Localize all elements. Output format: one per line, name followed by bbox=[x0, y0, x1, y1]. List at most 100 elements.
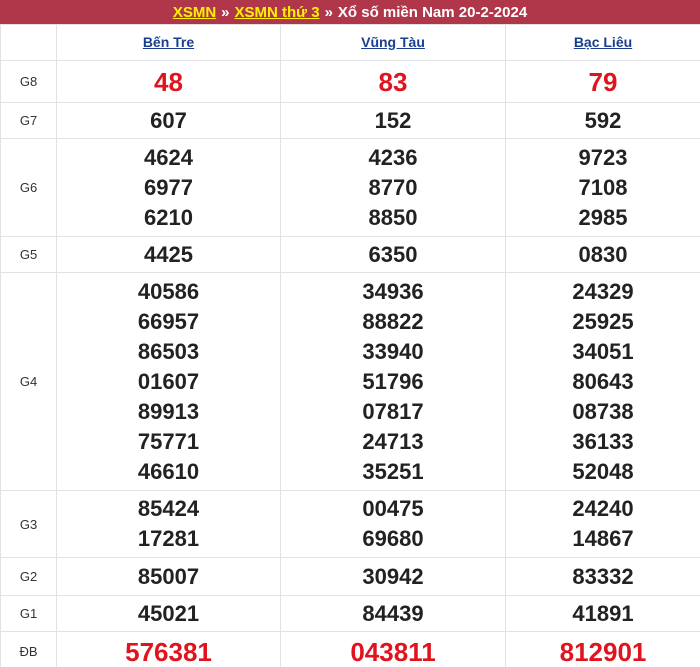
prize-label: G4 bbox=[0, 272, 57, 491]
prize-number: 48 bbox=[154, 66, 183, 97]
prize-number: 24329 bbox=[572, 278, 634, 304]
prize-cell: 592 bbox=[505, 102, 700, 139]
prize-label: G5 bbox=[0, 236, 57, 273]
prize-number: 52048 bbox=[572, 458, 634, 484]
prize-cell: 34936 88822 33940 51796 07817 24713 3525… bbox=[280, 272, 506, 491]
prize-cell: 812901 bbox=[505, 631, 700, 667]
prize-cell: 84439 bbox=[280, 595, 506, 632]
prize-number: 36133 bbox=[572, 428, 634, 454]
prize-number: 01607 bbox=[137, 368, 200, 394]
prize-label: G1 bbox=[0, 595, 57, 632]
prize-row-g1: G1 45021 84439 41891 bbox=[0, 595, 700, 632]
province-header: Bến Tre bbox=[56, 24, 281, 61]
prize-row-g4: G4 40586 66957 86503 01607 89913 75771 4… bbox=[0, 272, 700, 491]
prize-cell: 152 bbox=[280, 102, 506, 139]
prize-label: G7 bbox=[0, 102, 57, 139]
prize-number: 4236 bbox=[368, 144, 418, 170]
prize-cell: 45021 bbox=[56, 595, 281, 632]
prize-number: 80643 bbox=[572, 368, 634, 394]
prize-number: 34051 bbox=[572, 338, 634, 364]
prize-number: 41891 bbox=[572, 600, 634, 626]
prize-cell: 9723 7108 2985 bbox=[505, 138, 700, 237]
prize-number: 14867 bbox=[572, 526, 634, 551]
prize-number: 30942 bbox=[362, 563, 424, 589]
prize-label: G3 bbox=[0, 490, 57, 558]
prize-number: 45021 bbox=[137, 600, 200, 626]
prize-number: 17281 bbox=[137, 526, 200, 551]
prize-number: 75771 bbox=[137, 428, 200, 454]
prize-number: 8770 bbox=[368, 174, 418, 200]
prize-cell: 043811 bbox=[280, 631, 506, 667]
prize-cell: 4236 8770 8850 bbox=[280, 138, 506, 237]
prize-number: 25925 bbox=[572, 308, 634, 334]
prize-label: G8 bbox=[0, 60, 57, 103]
prize-number: 46610 bbox=[137, 458, 200, 484]
prize-cell: 6350 bbox=[280, 236, 506, 273]
prize-cell: 83332 bbox=[505, 557, 700, 596]
corner-cell bbox=[0, 24, 57, 61]
prize-label: G2 bbox=[0, 557, 57, 596]
prize-row-g3: G3 85424 17281 00475 69680 24240 14867 bbox=[0, 490, 700, 558]
prize-number: 9723 bbox=[578, 144, 628, 170]
prize-number: 24240 bbox=[572, 496, 634, 521]
special-prize-number: 043811 bbox=[350, 636, 436, 667]
prize-number: 88822 bbox=[362, 308, 424, 334]
prize-cell: 85424 17281 bbox=[56, 490, 281, 558]
prize-row-g6: G6 4624 6977 6210 4236 8770 8850 9723 71… bbox=[0, 138, 700, 237]
prize-number: 51796 bbox=[362, 368, 424, 394]
prize-number: 35251 bbox=[362, 458, 424, 484]
province-link-bac-lieu[interactable]: Bạc Liêu bbox=[574, 34, 632, 50]
province-link-vung-tau[interactable]: Vũng Tàu bbox=[361, 34, 425, 50]
prize-number: 592 bbox=[584, 107, 622, 133]
prize-number: 84439 bbox=[362, 600, 424, 626]
results-table: Bến Tre Vũng Tàu Bạc Liêu G8 48 83 79 G7… bbox=[0, 24, 700, 667]
prize-number: 607 bbox=[150, 107, 187, 133]
prize-number: 6210 bbox=[144, 204, 193, 230]
prize-cell: 41891 bbox=[505, 595, 700, 632]
special-prize-number: 812901 bbox=[559, 636, 647, 667]
prize-number: 6350 bbox=[368, 241, 418, 267]
page-title: Xổ số miền Nam 20-2-2024 bbox=[337, 3, 528, 21]
prize-number: 152 bbox=[374, 107, 412, 133]
prize-cell: 24329 25925 34051 80643 08738 36133 5204… bbox=[505, 272, 700, 491]
prize-number: 08738 bbox=[572, 398, 634, 424]
prize-cell: 4624 6977 6210 bbox=[56, 138, 281, 237]
prize-number: 4624 bbox=[144, 144, 193, 170]
xsmn-link[interactable]: XSMN bbox=[173, 4, 216, 21]
prize-number: 0830 bbox=[578, 241, 628, 267]
prize-label: G6 bbox=[0, 138, 57, 237]
prize-row-g7: G7 607 152 592 bbox=[0, 102, 700, 139]
xsmn-thu-3-link[interactable]: XSMN thứ 3 bbox=[235, 4, 320, 21]
prize-cell: 24240 14867 bbox=[505, 490, 700, 558]
province-header: Bạc Liêu bbox=[505, 24, 700, 61]
prize-number: 6977 bbox=[144, 174, 193, 200]
special-prize-number: 576381 bbox=[125, 636, 212, 667]
prize-number: 8850 bbox=[368, 204, 418, 230]
prize-cell: 79 bbox=[505, 60, 700, 103]
prize-number: 83332 bbox=[572, 563, 634, 589]
prize-row-g2: G2 85007 30942 83332 bbox=[0, 557, 700, 596]
prize-number: 66957 bbox=[137, 308, 200, 334]
prize-row-g8: G8 48 83 79 bbox=[0, 60, 700, 103]
breadcrumb-separator: » bbox=[221, 3, 230, 21]
prize-row-special: ĐB 576381 043811 812901 bbox=[0, 631, 700, 667]
prize-number: 86503 bbox=[137, 338, 200, 364]
prize-cell: 30942 bbox=[280, 557, 506, 596]
prize-number: 33940 bbox=[362, 338, 424, 364]
prize-label: ĐB bbox=[0, 631, 57, 667]
prize-number: 83 bbox=[378, 66, 408, 97]
prize-number: 2985 bbox=[578, 204, 628, 230]
prize-cell: 4425 bbox=[56, 236, 281, 273]
prize-number: 89913 bbox=[137, 398, 200, 424]
prize-number: 4425 bbox=[144, 241, 193, 267]
prize-number: 7108 bbox=[578, 174, 628, 200]
prize-number: 07817 bbox=[362, 398, 424, 424]
breadcrumb: XSMN » XSMN thứ 3 » Xổ số miền Nam 20-2-… bbox=[0, 0, 700, 24]
prize-cell: 85007 bbox=[56, 557, 281, 596]
prize-number: 79 bbox=[588, 66, 618, 97]
prize-number: 00475 bbox=[362, 496, 424, 521]
breadcrumb-separator: » bbox=[324, 3, 333, 21]
province-header: Vũng Tàu bbox=[280, 24, 506, 61]
province-link-ben-tre[interactable]: Bến Tre bbox=[143, 34, 194, 50]
prize-number: 40586 bbox=[137, 278, 200, 304]
